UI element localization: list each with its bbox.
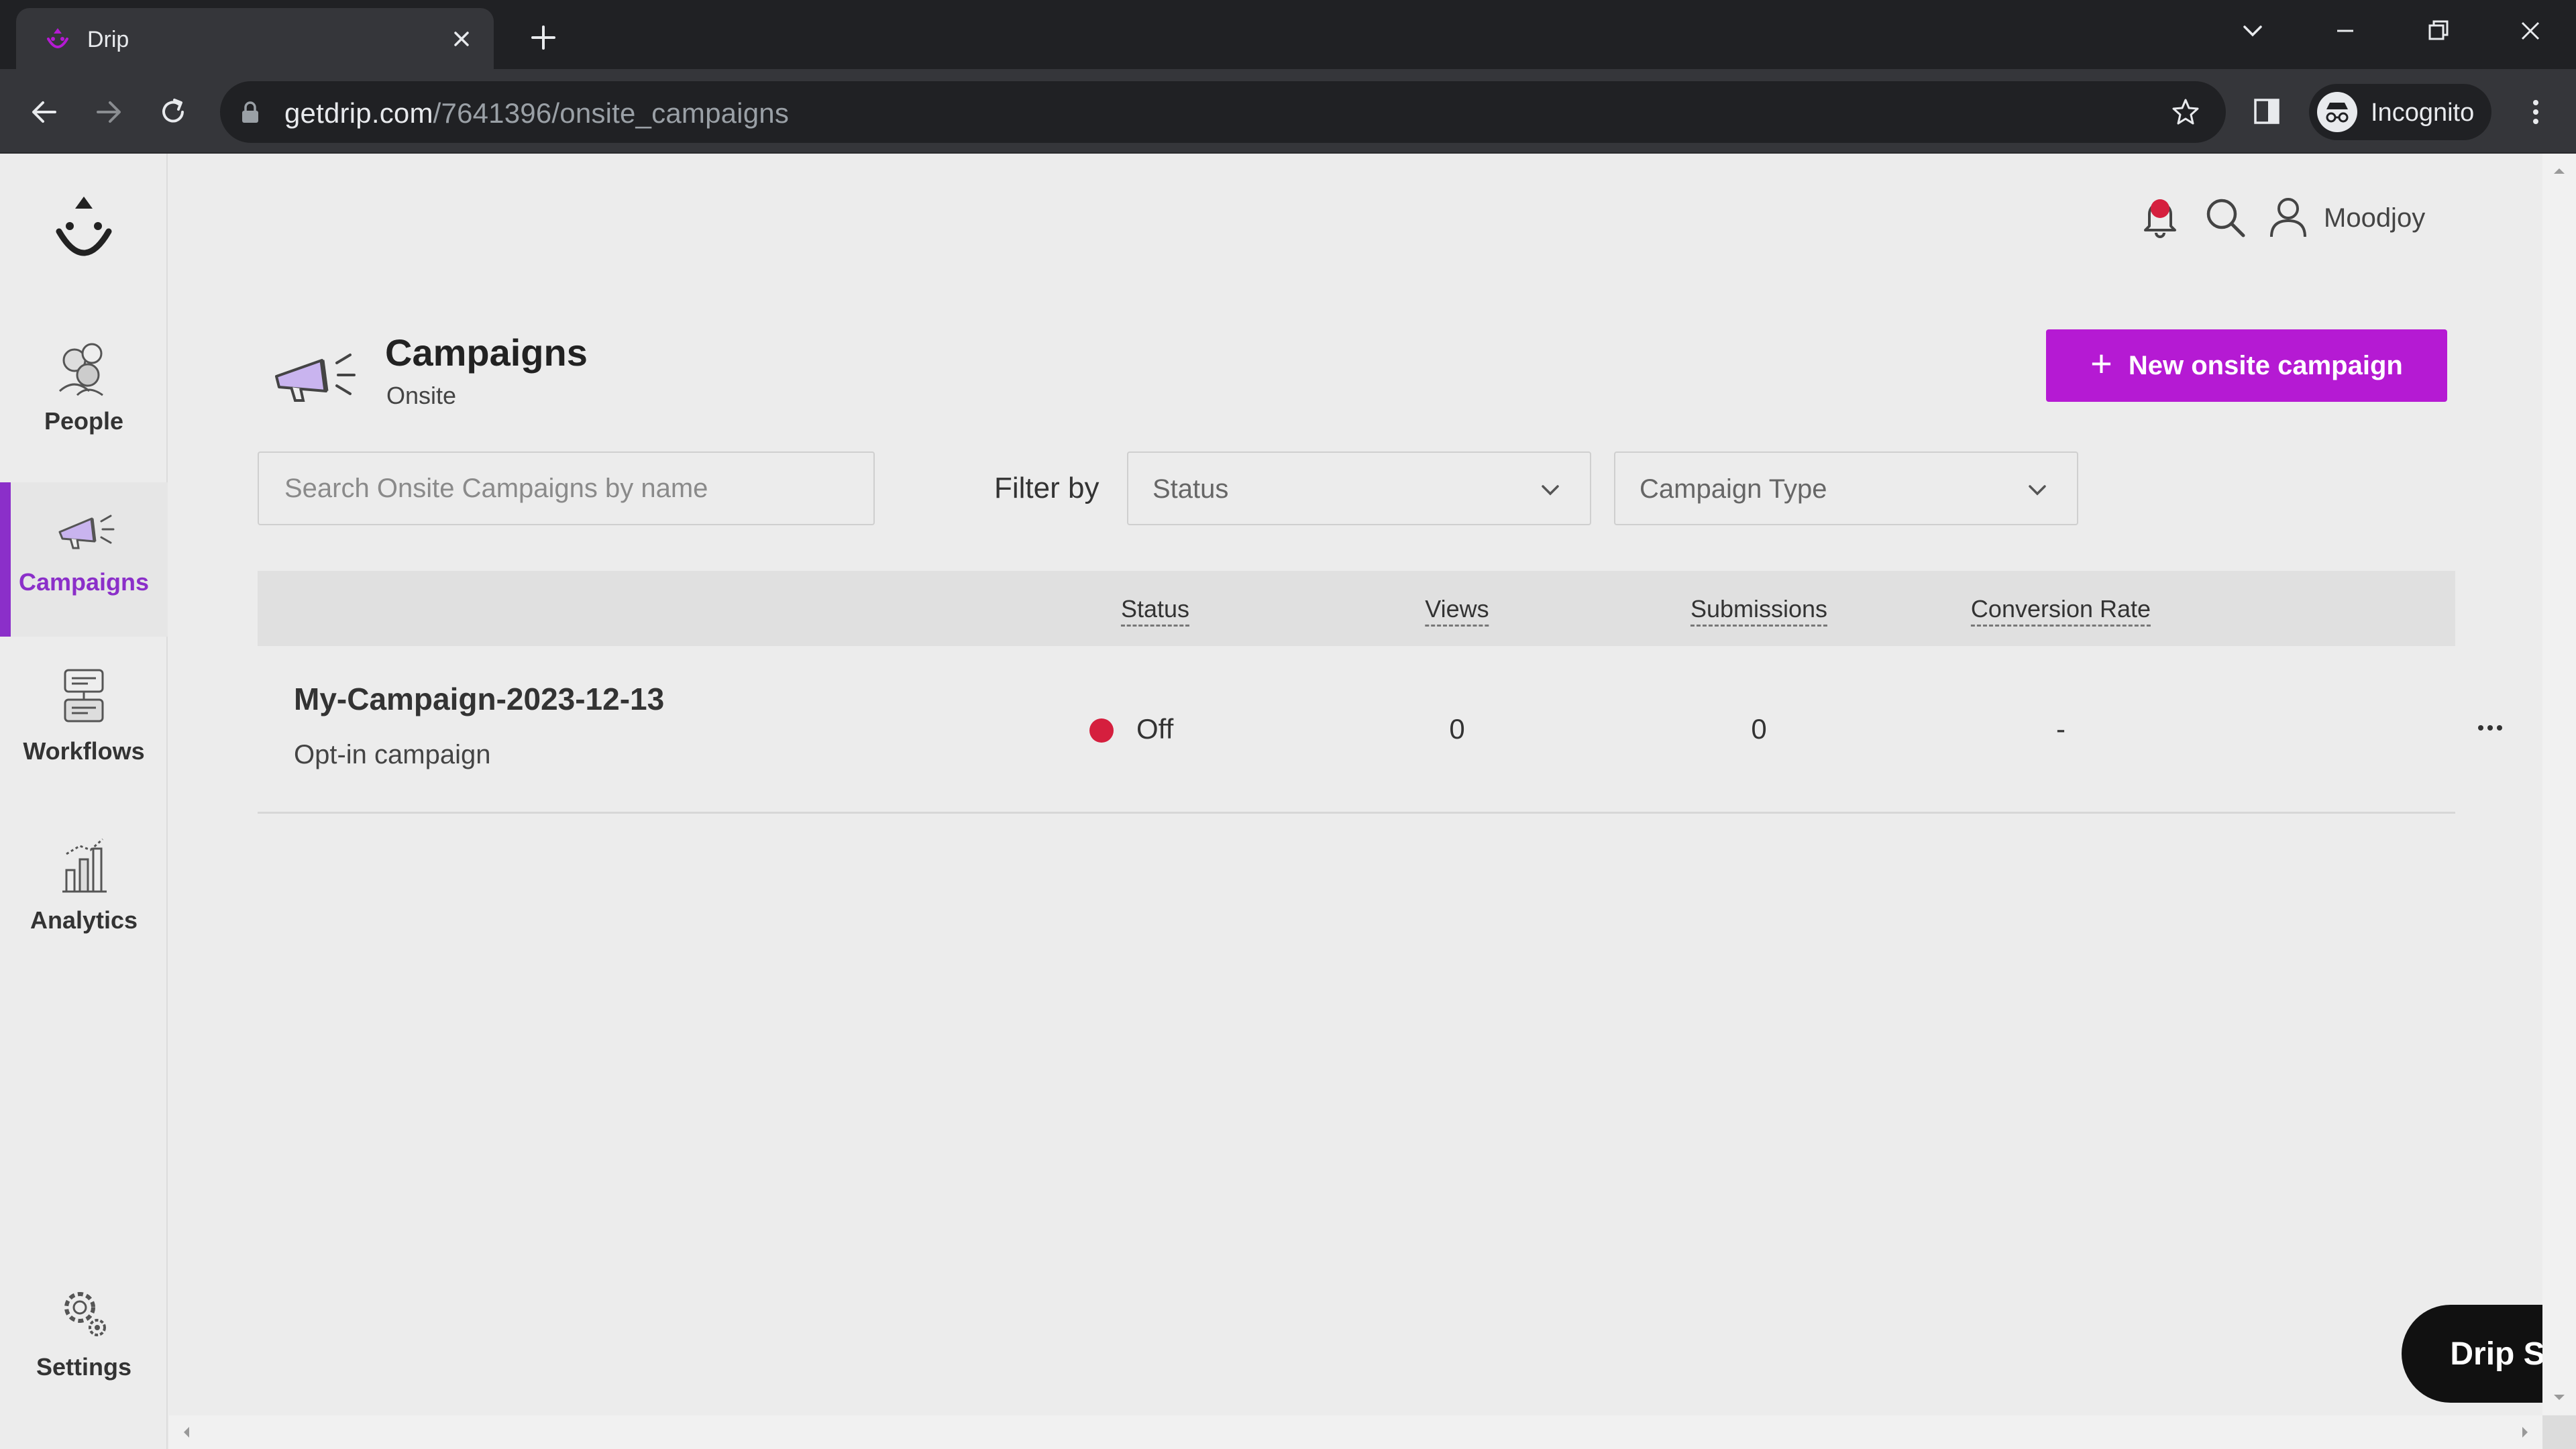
more-options-icon[interactable] — [2470, 708, 2510, 748]
bookmark-star-icon[interactable] — [2169, 96, 2202, 128]
reload-icon[interactable] — [154, 93, 192, 131]
campaign-name[interactable]: My-Campaign-2023-12-13 — [294, 681, 664, 717]
people-icon — [58, 343, 103, 396]
scroll-down-arrow-icon[interactable] — [2551, 1389, 2567, 1405]
username[interactable]: Moodjoy — [2324, 203, 2425, 233]
megaphone-icon — [58, 515, 115, 549]
tab-title: Drip — [87, 27, 129, 52]
left-navigation: People Campaigns Workflows Analytics Set… — [0, 154, 168, 1449]
main-content: Moodjoy Campaigns Onsite + New onsite ca… — [168, 154, 2576, 1415]
status-filter-select[interactable]: Status — [1127, 451, 1591, 525]
side-panel-icon[interactable] — [2250, 95, 2284, 128]
campaign-type-filter-value: Campaign Type — [1640, 474, 1827, 504]
campaigns-table-header: Status Views Submissions Conversion Rate — [258, 571, 2455, 646]
workflows-icon — [64, 669, 104, 722]
app-root: People Campaigns Workflows Analytics Set… — [0, 154, 2576, 1449]
url-text[interactable]: getdrip.com/7641396/onsite_campaigns — [284, 97, 789, 129]
nav-item-settings[interactable]: Settings — [0, 1267, 168, 1421]
nav-item-people[interactable]: People — [0, 321, 168, 476]
analytics-icon — [62, 838, 107, 893]
campaign-views: 0 — [1449, 713, 1465, 745]
tab-search-chevron-icon[interactable] — [2237, 15, 2269, 47]
browser-tab[interactable]: Drip — [16, 8, 494, 69]
incognito-icon — [2317, 92, 2357, 132]
column-header-status[interactable]: Status — [1120, 595, 1190, 627]
incognito-profile-button[interactable]: Incognito — [2309, 84, 2491, 140]
nav-label-analytics: Analytics — [30, 906, 138, 934]
lock-icon[interactable] — [240, 101, 260, 124]
page-subtitle: Onsite — [386, 382, 457, 409]
drip-favicon-icon — [47, 28, 68, 48]
incognito-label: Incognito — [2371, 99, 2475, 127]
scroll-right-arrow-icon[interactable] — [2517, 1424, 2533, 1440]
search-icon[interactable] — [2203, 195, 2247, 239]
nav-label-settings: Settings — [36, 1353, 131, 1381]
new-tab-plus-icon[interactable] — [526, 20, 561, 55]
table-row[interactable]: My-Campaign-2023-12-13 Opt-in campaign O… — [258, 646, 2576, 814]
campaign-submissions: 0 — [1751, 713, 1767, 745]
campaign-type: Opt-in campaign — [294, 740, 491, 769]
forward-arrow-icon[interactable] — [90, 93, 127, 131]
browser-menu-icon[interactable] — [2517, 93, 2555, 131]
campaign-conversion-rate: - — [2056, 713, 2065, 745]
new-onsite-campaign-button[interactable]: + New onsite campaign — [2046, 329, 2447, 402]
restore-icon[interactable] — [2422, 15, 2454, 47]
scroll-left-arrow-icon[interactable] — [178, 1424, 195, 1440]
browser-toolbar: getdrip.com/7641396/onsite_campaigns Inc… — [0, 69, 2576, 154]
browser-tabstrip: Drip — [0, 0, 2576, 69]
drip-logo-icon[interactable] — [47, 189, 121, 276]
new-onsite-campaign-label: New onsite campaign — [2128, 350, 2403, 380]
filter-by-label: Filter by — [994, 472, 1099, 504]
nav-label-campaigns: Campaigns — [18, 568, 150, 596]
campaigns-megaphone-icon — [275, 354, 356, 402]
user-icon[interactable] — [2267, 195, 2309, 239]
chevron-down-icon — [1542, 485, 1559, 496]
nav-item-analytics[interactable]: Analytics — [0, 820, 168, 975]
nav-label-workflows: Workflows — [23, 737, 145, 765]
campaign-status: Off — [1136, 713, 1174, 745]
nav-item-workflows[interactable]: Workflows — [0, 651, 168, 806]
gear-icon — [64, 1292, 106, 1336]
scroll-up-arrow-icon[interactable] — [2551, 163, 2567, 179]
page-title: Campaigns — [385, 331, 588, 374]
scrollbar-corner — [2542, 1415, 2576, 1449]
nav-label-people: People — [44, 407, 124, 435]
address-bar[interactable]: getdrip.com/7641396/onsite_campaigns — [220, 81, 2226, 143]
horizontal-scrollbar[interactable] — [169, 1415, 2542, 1449]
vertical-scrollbar[interactable] — [2542, 154, 2576, 1415]
search-campaigns-input[interactable] — [258, 451, 875, 525]
close-icon[interactable] — [448, 25, 475, 52]
minimize-icon[interactable] — [2329, 15, 2361, 47]
nav-item-campaigns[interactable]: Campaigns — [0, 482, 168, 637]
plus-icon: + — [2090, 342, 2112, 384]
notification-bell-icon[interactable] — [2140, 194, 2180, 239]
status-filter-value: Status — [1152, 474, 1229, 504]
column-header-submissions[interactable]: Submissions — [1690, 595, 1828, 627]
column-header-conversion-rate[interactable]: Conversion Rate — [1970, 595, 2151, 627]
window-close-icon[interactable] — [2514, 15, 2546, 47]
column-header-views[interactable]: Views — [1425, 595, 1489, 627]
chevron-down-icon — [2029, 485, 2046, 496]
campaign-type-filter-select[interactable]: Campaign Type — [1614, 451, 2078, 525]
back-arrow-icon[interactable] — [25, 93, 63, 131]
status-off-indicator — [1089, 718, 1114, 743]
